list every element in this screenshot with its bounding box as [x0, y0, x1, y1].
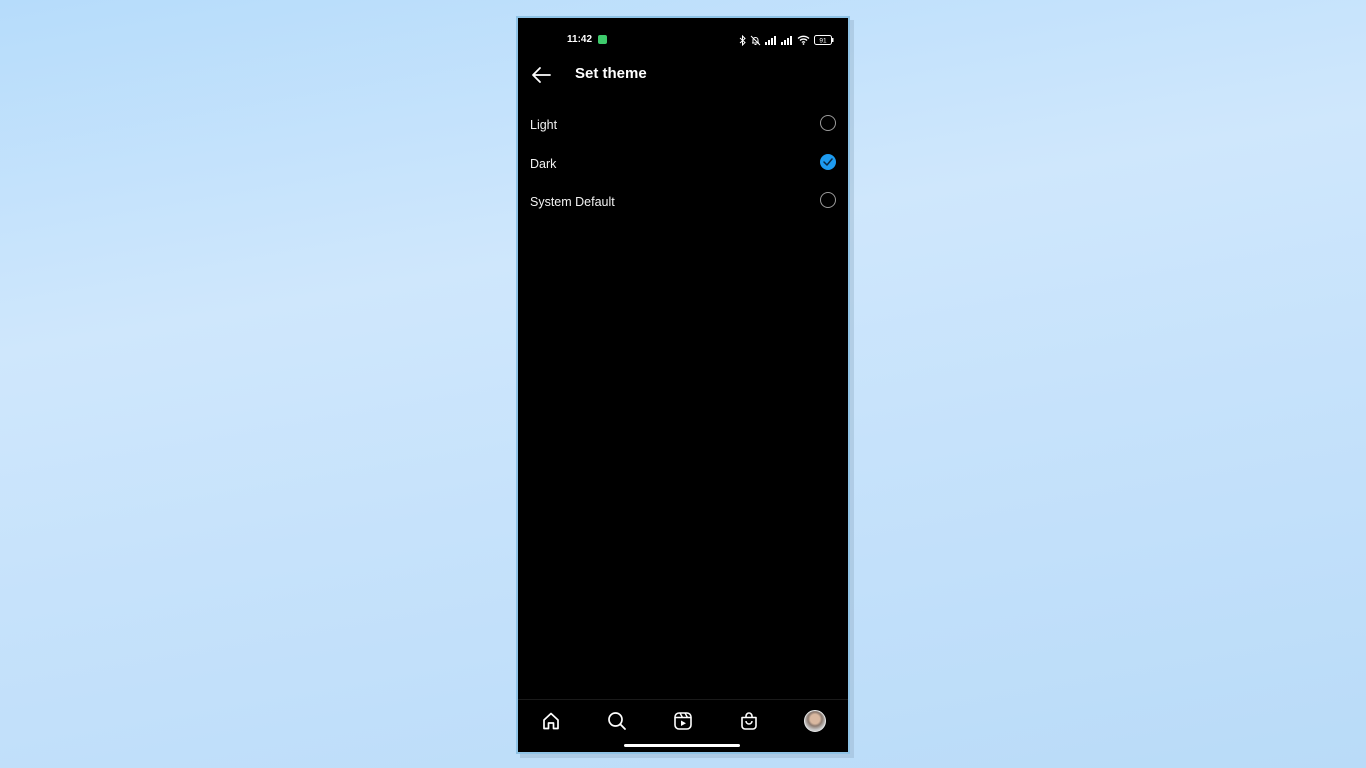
- nav-reels[interactable]: [672, 710, 694, 732]
- radio-unchecked[interactable]: [820, 192, 836, 208]
- option-label: System Default: [530, 195, 615, 209]
- bell-off-icon: [750, 35, 761, 45]
- bluetooth-icon: [739, 34, 746, 46]
- nav-shop[interactable]: [738, 710, 760, 732]
- nav-profile[interactable]: [804, 710, 826, 732]
- option-label: Light: [530, 118, 558, 132]
- avatar: [804, 710, 826, 732]
- status-time: 11:42: [567, 34, 593, 45]
- signal-icon: [765, 35, 776, 45]
- bottom-nav: [518, 699, 848, 740]
- nav-home[interactable]: [540, 710, 562, 732]
- header: Set theme: [518, 58, 848, 92]
- home-indicator[interactable]: [624, 744, 740, 747]
- arrow-left-icon: [532, 67, 551, 83]
- battery-level: 91: [819, 38, 827, 45]
- signal-icon: [781, 35, 792, 45]
- reels-icon: [674, 712, 692, 730]
- phone-screen: 11:42 91 Set theme Light Dark System Def…: [516, 16, 850, 754]
- status-bar: 11:42 91: [518, 32, 848, 50]
- radio-checked[interactable]: [820, 153, 836, 170]
- status-icons: 91: [739, 33, 834, 47]
- option-label: Dark: [530, 156, 557, 171]
- theme-option-system-default[interactable]: System Default: [518, 183, 848, 222]
- theme-option-dark[interactable]: Dark: [518, 145, 848, 184]
- battery-icon: 91: [814, 35, 834, 45]
- wifi-icon: [797, 35, 810, 45]
- back-button[interactable]: [530, 65, 552, 85]
- radio-unchecked[interactable]: [820, 115, 836, 131]
- whatsapp-notification-icon: [598, 35, 607, 44]
- search-icon: [608, 712, 626, 730]
- theme-option-light[interactable]: Light: [518, 106, 848, 145]
- checkmark-icon: [823, 157, 833, 166]
- nav-search[interactable]: [606, 710, 628, 732]
- theme-options-list: Light Dark System Default: [518, 106, 848, 222]
- home-icon: [543, 712, 559, 730]
- shopping-bag-icon: [741, 712, 757, 730]
- page-title: Set theme: [575, 65, 647, 82]
